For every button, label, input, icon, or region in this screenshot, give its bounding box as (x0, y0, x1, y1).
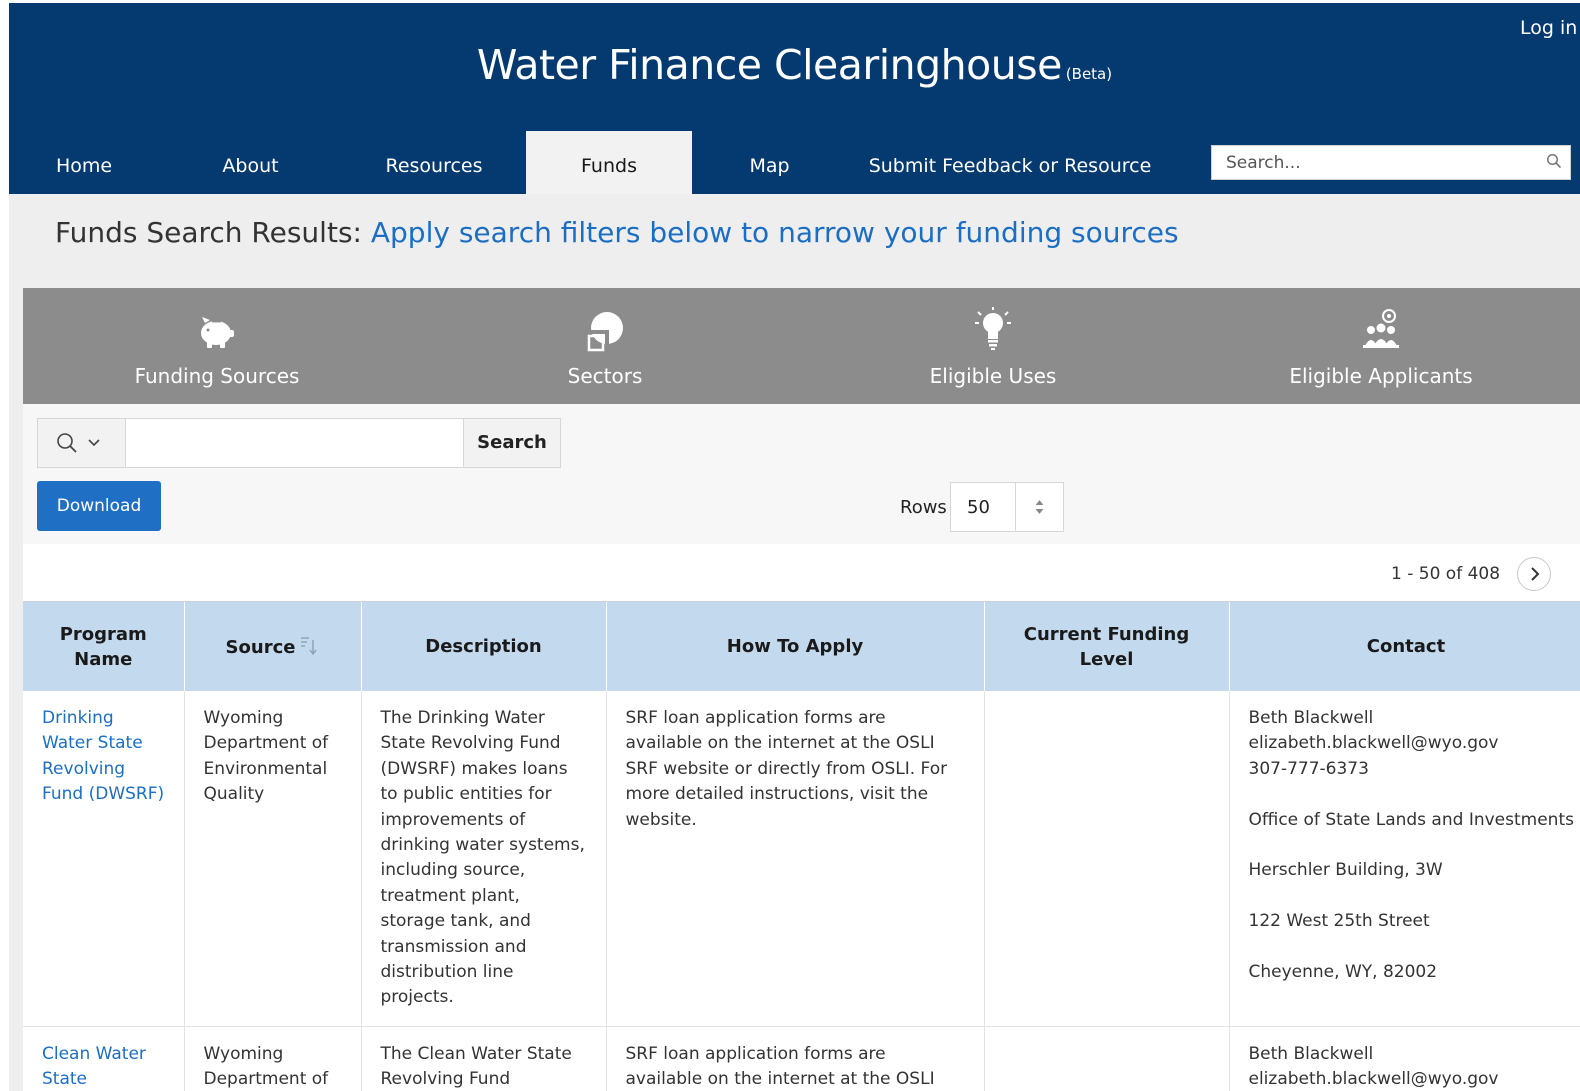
cell-description: The Drinking Water State Revolving Fund … (361, 691, 607, 1027)
contact-spacer (1249, 884, 1564, 909)
program-link[interactable]: Clean Water State (42, 1044, 146, 1089)
search-column-dropdown[interactable] (38, 419, 126, 467)
filter-funding-sources[interactable]: Funding Sources (23, 288, 411, 404)
page-title-prefix: Funds Search Results: (55, 216, 362, 249)
contact-name: Beth Blackwell (1248, 708, 1374, 728)
site-search-input[interactable] (1212, 146, 1532, 179)
table-header-row: Program Name Source Description How To A… (23, 602, 1580, 691)
next-page-button[interactable] (1517, 557, 1551, 591)
cell-funding-level (984, 1026, 1230, 1091)
login-link[interactable]: Log in (1520, 17, 1580, 39)
cell-source: Wyoming Department of Environmental Qual… (184, 691, 362, 1027)
cell-how-to-apply: SRF loan application forms are available… (606, 1026, 985, 1091)
sort-desc-icon (301, 636, 318, 655)
contact-spacer (1249, 782, 1564, 807)
contact-email: elizabeth.blackwell@wyo.gov (1248, 733, 1499, 754)
sectors-icon (587, 312, 623, 352)
report-toolbar: Search Download Rows 50 (23, 404, 1580, 544)
search-button[interactable]: Search (463, 419, 560, 467)
contact-building: Herschler Building, 3W (1248, 860, 1443, 881)
report-search: Search (37, 418, 561, 468)
table-row: Drinking Water State Revolving Fund (DWS… (23, 691, 1580, 1027)
filter-eligible-uses[interactable]: Eligible Uses (799, 288, 1187, 404)
search-icon (57, 433, 77, 453)
contact-name: Beth Blackwell (1248, 1043, 1374, 1064)
people-icon (1363, 309, 1399, 348)
report-search-input[interactable] (127, 419, 464, 467)
filter-eligible-applicants[interactable]: Eligible Applicants (1187, 288, 1575, 404)
contact-street: 122 West 25th Street (1248, 911, 1430, 932)
contact-office: Office of State Lands and Investments (1248, 809, 1574, 830)
updown-arrows-icon (1015, 483, 1044, 531)
filter-eligible-applicants-label: Eligible Applicants (1289, 364, 1473, 388)
chevron-down-icon (88, 439, 100, 447)
col-header-source-label: Source (225, 636, 296, 658)
cell-funding-level (984, 691, 1230, 1027)
contact-spacer (1249, 935, 1564, 960)
contact-spacer (1249, 833, 1564, 858)
cell-contact: Beth Blackwell elizabeth.blackwell@wyo.g… (1229, 1026, 1580, 1091)
site-brand[interactable]: Water Finance Clearinghouse (Beta) (9, 41, 1580, 89)
beta-label: (Beta) (1065, 65, 1113, 83)
nav-home[interactable]: Home (9, 131, 159, 194)
program-link[interactable]: Drinking Water State Revolving Fund (DWS… (42, 708, 164, 804)
filter-bar: Funding Sources Sectors Eligible Uses El… (23, 288, 1580, 404)
funds-table-container: Program Name Source Description How To A… (23, 601, 1580, 1091)
cell-program-name: Clean Water State (23, 1026, 185, 1091)
rows-select[interactable]: 50 (950, 482, 1064, 532)
nav-about[interactable]: About (159, 131, 342, 194)
lightbulb-icon (975, 307, 1011, 350)
col-header-description[interactable]: Description (361, 602, 607, 691)
rows-label: Rows (900, 497, 947, 518)
contact-phone: 307-777-6373 (1248, 758, 1369, 779)
rows-select-value: 50 (967, 497, 990, 518)
nav-map[interactable]: Map (692, 131, 847, 194)
col-header-current-funding-level[interactable]: Current Funding Level (984, 602, 1230, 691)
chevron-right-icon (1531, 567, 1540, 581)
nav-resources[interactable]: Resources (342, 131, 526, 194)
contact-email: elizabeth.blackwell@wyo.gov (1248, 1069, 1499, 1090)
col-header-how-to-apply[interactable]: How To Apply (606, 602, 985, 691)
search-icon[interactable] (1546, 153, 1562, 169)
table-row: Clean Water State Wyoming Department of … (23, 1026, 1580, 1091)
download-button[interactable]: Download (37, 481, 161, 531)
contact-city: Cheyenne, WY, 82002 (1248, 962, 1438, 982)
nav-funds[interactable]: Funds (526, 131, 692, 194)
filter-funding-sources-label: Funding Sources (134, 364, 300, 388)
funds-table: Program Name Source Description How To A… (23, 602, 1580, 1091)
nav-submit-feedback[interactable]: Submit Feedback or Resource (847, 131, 1173, 194)
page-title-accent: Apply search filters below to narrow you… (370, 216, 1179, 249)
col-header-contact[interactable]: Contact (1229, 602, 1580, 691)
filter-eligible-uses-label: Eligible Uses (929, 364, 1057, 388)
page-title: Funds Search Results: Apply search filte… (55, 216, 1179, 249)
filter-sectors-label: Sectors (567, 364, 643, 388)
cell-how-to-apply: SRF loan application forms are available… (606, 691, 985, 1027)
cell-description: The Clean Water State Revolving Fund (361, 1026, 607, 1091)
col-header-program-name[interactable]: Program Name (23, 602, 185, 691)
piggy-bank-icon (201, 317, 234, 348)
main-content: Funds Search Results: Apply search filte… (9, 194, 1580, 1091)
site-title: Water Finance Clearinghouse (476, 41, 1062, 89)
pagination-range: 1 - 50 of 408 (1391, 564, 1501, 584)
pagination: 1 - 50 of 408 (23, 544, 1580, 601)
cell-contact: Beth Blackwell elizabeth.blackwell@wyo.g… (1229, 691, 1580, 1027)
col-header-source[interactable]: Source (184, 602, 362, 691)
filter-sectors[interactable]: Sectors (411, 288, 799, 404)
cell-program-name: Drinking Water State Revolving Fund (DWS… (23, 691, 185, 1027)
cell-source: Wyoming Department of (184, 1026, 362, 1091)
site-search (1211, 145, 1571, 180)
